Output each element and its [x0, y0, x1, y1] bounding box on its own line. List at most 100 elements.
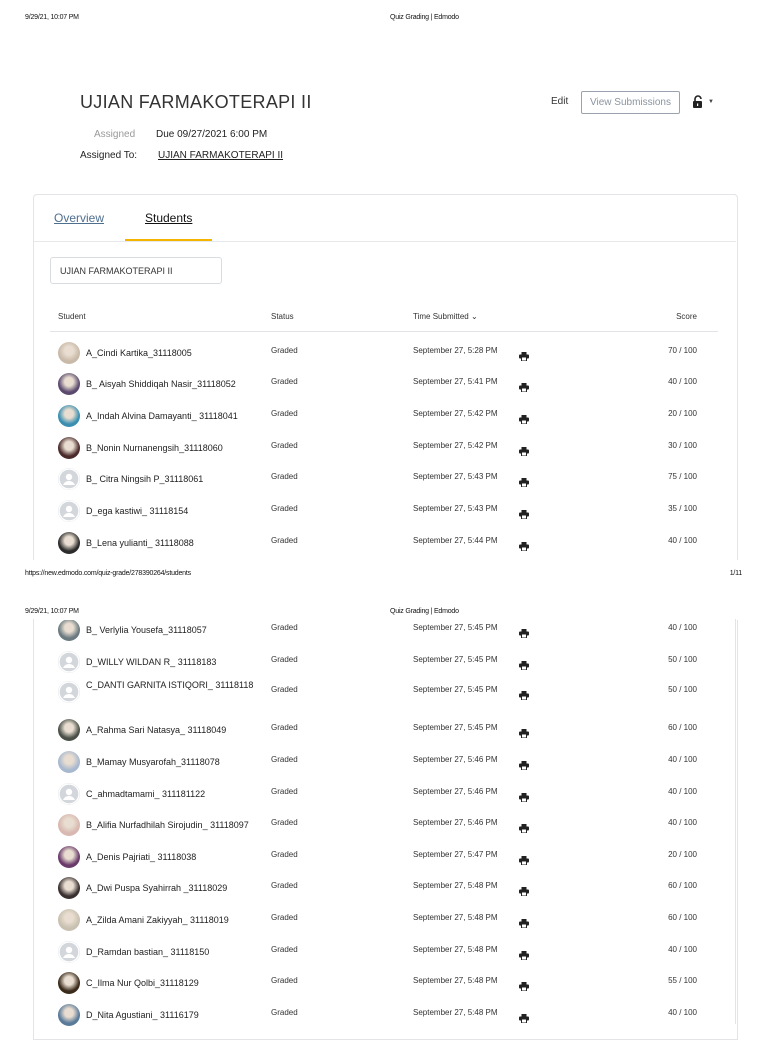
score[interactable]: 60 / 100 [668, 913, 697, 922]
tab-students[interactable]: Students [145, 211, 192, 225]
student-name[interactable]: B_ Citra Ningsih P_31118061 [86, 472, 271, 486]
table-row[interactable]: D_Nita Agustiani_ 31116179 Graded Septembe… [0, 1003, 768, 1027]
score[interactable]: 60 / 100 [668, 723, 697, 732]
column-header-time-submitted[interactable]: Time Submitted ⌄ [413, 312, 478, 321]
score[interactable]: 20 / 100 [668, 409, 697, 418]
student-name[interactable]: D_WILLY WILDAN R_ 31118183 [86, 655, 271, 669]
student-name[interactable]: B_Mamay Musyarofah_31118078 [86, 755, 271, 769]
student-name[interactable]: B_Nonin Nurnanengsih_31118060 [86, 441, 271, 455]
student-name[interactable]: A_Zilda Amani Zakiyyah_ 31118019 [86, 913, 271, 927]
student-name[interactable]: A_Rahma Sari Natasya_ 31118049 [86, 723, 271, 737]
print-page-title-2: Quiz Grading | Edmodo [390, 608, 459, 615]
table-row[interactable]: A_Indah Alvina Damayanti_ 31118041 Graded… [0, 404, 768, 428]
edit-button[interactable]: Edit [551, 96, 568, 107]
score[interactable]: 50 / 100 [668, 655, 697, 664]
score[interactable]: 40 / 100 [668, 945, 697, 954]
table-row[interactable]: B_Nonin Nurnanengsih_31118060 Graded Septe… [0, 436, 768, 460]
score[interactable]: 40 / 100 [668, 623, 697, 632]
group-filter-select[interactable]: UJIAN FARMAKOTERAPI II [50, 257, 222, 284]
student-name[interactable]: A_Indah Alvina Damayanti_ 31118041 [86, 409, 271, 423]
printer-icon[interactable] [519, 625, 529, 643]
student-name[interactable]: A_Dwi Puspa Syahirrah _31118029 [86, 881, 271, 895]
score[interactable]: 75 / 100 [668, 472, 697, 481]
student-name[interactable]: B_ Verlylia Yousefa_31118057 [86, 623, 271, 637]
printer-icon[interactable] [519, 474, 529, 492]
view-submissions-button[interactable]: View Submissions [581, 91, 680, 114]
table-row[interactable]: B_Mamay Musyarofah_31118078 Graded Septemb… [0, 750, 768, 774]
printer-icon[interactable] [519, 538, 529, 556]
printer-icon[interactable] [519, 947, 529, 965]
assigned-to-link[interactable]: UJIAN FARMAKOTERAPI II [158, 150, 283, 161]
student-name[interactable]: C_ahmadtamami_ 311181122 [86, 787, 271, 801]
table-row[interactable]: C_Ilma Nur Qolbi_31118129 Graded September… [0, 971, 768, 995]
printer-icon[interactable] [519, 657, 529, 675]
printer-icon[interactable] [519, 978, 529, 996]
tab-overview[interactable]: Overview [54, 211, 104, 225]
table-row[interactable]: A_Dwi Puspa Syahirrah _31118029 Graded Sep… [0, 876, 768, 900]
printer-icon[interactable] [519, 820, 529, 838]
printer-icon[interactable] [519, 443, 529, 461]
table-row[interactable]: C_DANTI GARNITA ISTIQORI_ 31118118 Graded… [0, 680, 768, 704]
score[interactable]: 20 / 100 [668, 850, 697, 859]
time-submitted: September 27, 5:46 PM [413, 787, 498, 796]
column-header-student: Student [58, 312, 86, 321]
printer-icon[interactable] [519, 757, 529, 775]
score[interactable]: 50 / 100 [668, 685, 697, 694]
table-row[interactable]: B_ Citra Ningsih P_31118061 Graded Septemb… [0, 467, 768, 491]
table-row[interactable]: B_Alifia Nurfadhilah Sirojudin_ 31118097… [0, 813, 768, 837]
printer-icon[interactable] [519, 506, 529, 524]
student-name[interactable]: B_ Aisyah Shiddiqah Nasir_31118052 [86, 377, 271, 391]
student-name[interactable]: A_Denis Pajriati_ 31118038 [86, 850, 271, 864]
student-name[interactable]: B_Alifia Nurfadhilah Sirojudin_ 31118097 [86, 818, 271, 832]
score[interactable]: 60 / 100 [668, 881, 697, 890]
score[interactable]: 40 / 100 [668, 377, 697, 386]
time-submitted: September 27, 5:48 PM [413, 1008, 498, 1017]
table-row[interactable]: A_Cindi Kartika_31118005 Graded September … [0, 341, 768, 365]
student-name[interactable]: D_Nita Agustiani_ 31116179 [86, 1008, 271, 1022]
printer-icon[interactable] [519, 789, 529, 807]
printer-icon[interactable] [519, 1010, 529, 1028]
chevron-down-icon: ⌄ [470, 312, 478, 321]
score[interactable]: 40 / 100 [668, 1008, 697, 1017]
student-name[interactable]: C_Ilma Nur Qolbi_31118129 [86, 976, 271, 990]
printer-icon[interactable] [519, 883, 529, 901]
table-row[interactable]: D_Ramdan bastian_ 31118150 Graded Septembe… [0, 940, 768, 964]
table-row[interactable]: A_Rahma Sari Natasya_ 31118049 Graded Sept… [0, 718, 768, 742]
table-row[interactable]: B_Lena yulianti_ 31118088 Graded September… [0, 531, 768, 555]
score[interactable]: 40 / 100 [668, 787, 697, 796]
score[interactable]: 70 / 100 [668, 346, 697, 355]
table-row[interactable]: D_ega kastiwi_ 31118154 Graded September 2… [0, 499, 768, 523]
table-row[interactable]: C_ahmadtamami_ 311181122 Graded September … [0, 782, 768, 806]
table-row[interactable]: B_ Aisyah Shiddiqah Nasir_31118052 Graded… [0, 372, 768, 396]
student-name[interactable]: A_Cindi Kartika_31118005 [86, 346, 271, 360]
printer-icon[interactable] [519, 379, 529, 397]
score[interactable]: 40 / 100 [668, 755, 697, 764]
score[interactable]: 40 / 100 [668, 536, 697, 545]
student-name[interactable]: D_Ramdan bastian_ 31118150 [86, 945, 271, 959]
printer-icon[interactable] [519, 852, 529, 870]
score[interactable]: 40 / 100 [668, 818, 697, 827]
score[interactable]: 55 / 100 [668, 976, 697, 985]
printer-icon[interactable] [519, 915, 529, 933]
printer-icon[interactable] [519, 411, 529, 429]
table-row[interactable]: A_Denis Pajriati_ 31118038 Graded Septembe… [0, 845, 768, 869]
student-name[interactable]: C_DANTI GARNITA ISTIQORI_ 31118118 [86, 678, 271, 692]
card-border-left [33, 619, 34, 1024]
avatar [58, 909, 80, 931]
chevron-down-icon[interactable]: ▼ [708, 99, 714, 105]
student-name[interactable]: B_Lena yulianti_ 31118088 [86, 536, 271, 550]
student-name[interactable]: D_ega kastiwi_ 31118154 [86, 504, 271, 518]
status-text: Graded [271, 881, 298, 890]
score[interactable]: 35 / 100 [668, 504, 697, 513]
card-border-right [735, 619, 736, 1024]
printer-icon[interactable] [519, 348, 529, 366]
printer-icon[interactable] [519, 687, 529, 705]
status-text: Graded [271, 1008, 298, 1017]
unlock-icon[interactable] [692, 95, 704, 114]
score[interactable]: 30 / 100 [668, 441, 697, 450]
table-row[interactable]: D_WILLY WILDAN R_ 31118183 Graded Septembe… [0, 650, 768, 674]
avatar [58, 877, 80, 899]
printer-icon[interactable] [519, 725, 529, 743]
table-row[interactable]: B_ Verlylia Yousefa_31118057 Graded Septem… [0, 618, 768, 642]
table-row[interactable]: A_Zilda Amani Zakiyyah_ 31118019 Graded Se… [0, 908, 768, 932]
